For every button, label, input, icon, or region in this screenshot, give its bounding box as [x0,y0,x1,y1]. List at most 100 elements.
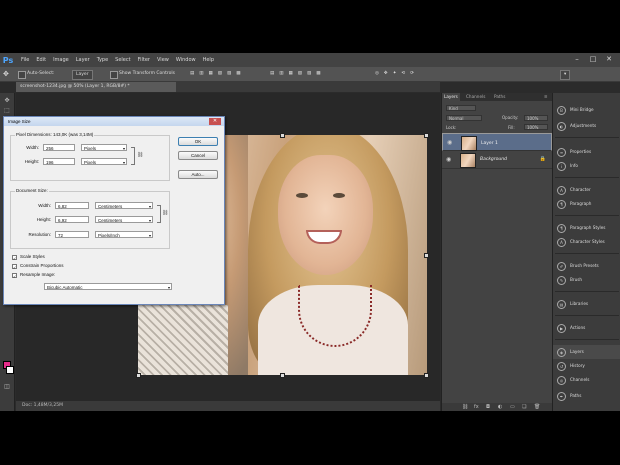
panel-channels[interactable]: ◎ Channels [553,373,620,387]
panel-adjustments[interactable]: ◐ Adjustments [553,119,620,133]
brush-icon: ✎ [557,276,566,285]
panel-paths[interactable]: ✒ Paths [553,389,620,403]
transform-handle[interactable] [424,133,429,138]
resolution-label: Resolution: [28,232,51,237]
opacity-input[interactable]: 100% [524,115,548,121]
panel-menu-icon[interactable]: ≡ [542,93,550,101]
menu-layer[interactable]: Layer [76,57,90,63]
panel-character[interactable]: A Character [553,183,620,197]
new-group-icon[interactable]: ▭ [510,404,515,410]
move-tool-icon[interactable]: ✥ [3,70,9,78]
auto-button[interactable]: Auto... [178,170,218,179]
menu-file[interactable]: File [21,57,29,63]
pixel-width-input[interactable]: 256 [43,144,75,151]
panel-libraries[interactable]: ▤ Libraries [553,297,620,311]
auto-select-checkbox[interactable] [18,71,26,79]
panel-paragraph-styles[interactable]: ¶ Paragraph Styles [553,221,620,235]
panel-mini-bridge[interactable]: B Mini Bridge [553,103,620,117]
panel-brush[interactable]: ✎ Brush [553,273,620,287]
layer-style-icon[interactable]: fx [474,404,479,410]
blend-mode-select[interactable]: Normal [446,115,482,121]
panel-info[interactable]: i Info [553,159,620,173]
scale-styles-label: Scale Styles [20,254,45,259]
show-transform-label: Show Transform Controls [119,71,175,76]
doc-height-unit-select[interactable]: Centimeters ▾ [95,216,153,223]
link-layers-icon[interactable]: ⛓ [462,404,468,410]
doc-width-unit-select[interactable]: Centimeters ▾ [95,202,153,209]
close-window-button[interactable]: ✕ [604,55,614,64]
menu-window[interactable]: Window [176,57,196,63]
resample-image-checkbox[interactable]: ✓ [12,273,17,279]
resolution-input[interactable]: 72 [55,231,89,238]
transform-handle[interactable] [280,133,285,138]
menu-filter[interactable]: Filter [138,57,150,63]
panel-paragraph[interactable]: ¶ Paragraph [553,197,620,211]
fill-input[interactable]: 100% [524,124,548,130]
minimize-button[interactable]: – [572,55,582,64]
show-transform-checkbox[interactable] [110,71,118,79]
move-tool-icon[interactable]: ✥ [3,97,11,104]
panel-brush-presets[interactable]: ✐ Brush Presets [553,259,620,273]
character-styles-icon: A [557,238,566,247]
quick-mask-icon[interactable]: ◫ [3,383,11,390]
doc-width-input[interactable]: 6,82 [55,202,89,209]
resolution-unit-select[interactable]: Pixels/Inch ▾ [95,231,153,238]
opacity-label: Opacity: [502,115,519,120]
pixel-width-unit-select[interactable]: Pixels ▾ [81,144,127,151]
transform-handle[interactable] [280,373,285,378]
transform-handle[interactable] [424,373,429,378]
adjustment-layer-icon[interactable]: ◐ [498,404,502,410]
menu-help[interactable]: Help [203,57,214,63]
paragraph-icon: ¶ [557,200,566,209]
doc-height-input[interactable]: 6,92 [55,216,89,223]
tab-paths[interactable]: Paths [492,93,507,101]
tab-layers[interactable]: Layers [442,93,460,101]
new-layer-icon[interactable]: ❏ [522,404,526,410]
menu-view[interactable]: View [157,57,169,63]
eye-icon[interactable]: ◉ [447,139,452,146]
menu-edit[interactable]: Edit [36,57,46,63]
dialog-close-button[interactable]: ✕ [209,118,221,125]
maximize-button[interactable]: □ [588,55,598,64]
align-icons[interactable]: ▤▥▦▧▨▩ [190,70,246,78]
transform-handle[interactable] [424,253,429,258]
panel-history[interactable]: ↺ History [553,359,620,373]
chain-link-icon: ⛓ [137,152,144,158]
libraries-icon: ▤ [557,300,566,309]
layer-filter-kind-select[interactable]: Kind [446,105,476,111]
pixel-chain-bracket [131,147,135,165]
distribute-icons[interactable]: ▤▥▦▧▨▩ [270,70,326,78]
document-tab[interactable]: screenshot-1234.jpg @ 50% (Layer 1, RGB/… [16,82,176,92]
3d-mode-icons[interactable]: ◎✥✦⟲⟳ [375,70,419,78]
auto-select-dropdown[interactable]: Layer [72,70,93,80]
add-mask-icon[interactable]: ◘ [486,404,490,410]
character-icon: A [557,186,566,195]
panel-layers[interactable]: ◈ Layers [553,345,620,359]
layer-row[interactable]: ◉ Layer 1 [442,133,552,151]
menu-image[interactable]: Image [53,57,69,63]
ok-button[interactable]: OK [178,137,218,146]
fill-label: Fill: [508,125,515,130]
marquee-tool-icon[interactable]: ⬚ [3,107,11,114]
background-color-swatch[interactable] [6,366,14,374]
panel-character-styles[interactable]: A Character Styles [553,235,620,249]
doc-width-label: Width: [38,203,51,208]
workspace-switcher[interactable]: ▾ [560,70,571,80]
menu-select[interactable]: Select [115,57,130,63]
eye-icon[interactable]: ◉ [446,156,451,163]
menu-type[interactable]: Type [97,57,108,63]
transform-handle[interactable] [136,373,141,378]
chain-link-icon: ⛓ [162,210,169,216]
pixel-height-input[interactable]: 196 [43,158,75,165]
scale-styles-checkbox[interactable]: ✓ [12,255,17,261]
constrain-proportions-checkbox[interactable]: ✓ [12,264,17,270]
layer-row[interactable]: ◉ Background 🔒 [442,151,552,169]
panel-properties[interactable]: ≡ Properties [553,145,620,159]
delete-layer-icon[interactable]: 🗑 [534,404,540,410]
divider [555,339,619,340]
cancel-button[interactable]: Cancel [178,151,218,160]
pixel-height-unit-select[interactable]: Pixels ▾ [81,158,127,165]
resample-method-select[interactable]: Bicubic Automatic ▾ [44,283,172,290]
tab-channels[interactable]: Channels [464,93,487,101]
panel-actions[interactable]: ▶ Actions [553,321,620,335]
